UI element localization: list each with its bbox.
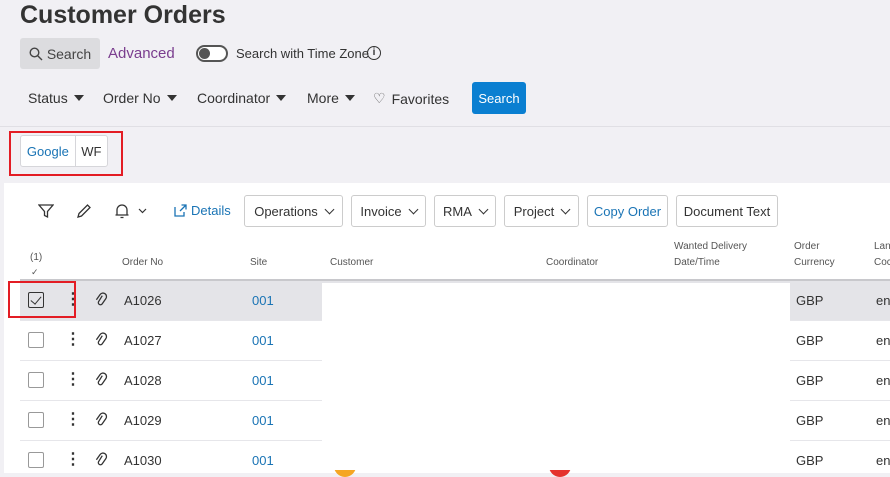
redacted-area <box>322 283 790 470</box>
filter-order-no[interactable]: Order No <box>103 90 177 106</box>
cell-currency: GBP <box>796 293 824 308</box>
cell-site[interactable]: 001 <box>252 293 274 308</box>
cell-site[interactable]: 001 <box>252 333 274 348</box>
header-wanted-delivery-line1: Wanted Delivery <box>674 241 747 252</box>
search-icon <box>29 46 43 60</box>
cell-language: en <box>876 373 890 388</box>
attachment-icon[interactable] <box>94 292 108 312</box>
favorites-label: Favorites <box>391 90 450 107</box>
rma-button[interactable]: RMA <box>434 195 496 227</box>
cell-currency: GBP <box>796 413 824 428</box>
header-wanted-delivery[interactable]: Wanted Delivery Date/Time <box>674 239 747 271</box>
select-all-check-icon[interactable]: ✓ <box>31 264 39 280</box>
operations-button[interactable]: Operations <box>244 195 343 227</box>
cell-order-no[interactable]: A1027 <box>124 333 162 348</box>
header-order-currency-line2: Currency <box>794 257 835 268</box>
favorites-button[interactable]: ♡ Favorites <box>373 90 449 107</box>
document-text-button[interactable]: Document Text <box>676 195 778 227</box>
info-icon[interactable]: i <box>367 46 381 60</box>
row-checkbox[interactable] <box>28 332 44 348</box>
filter-coordinator[interactable]: Coordinator <box>197 90 287 106</box>
header-site[interactable]: Site <box>250 255 267 271</box>
row-menu-icon[interactable]: ⋮ <box>65 372 81 388</box>
heart-icon: ♡ <box>373 90 386 106</box>
timezone-label: Search with Time Zone <box>236 46 369 61</box>
filter-order-no-label: Order No <box>103 90 161 106</box>
details-link[interactable]: Details <box>174 203 231 218</box>
row-menu-icon[interactable]: ⋮ <box>65 412 81 428</box>
page-title: Customer Orders <box>20 1 226 29</box>
caret-down-icon <box>73 95 84 101</box>
notification-bell-icon[interactable] <box>114 203 148 224</box>
filter-more[interactable]: More <box>307 90 355 106</box>
chevron-down-icon <box>478 204 489 214</box>
header-language-line2: Coc <box>874 257 890 268</box>
header-order-currency[interactable]: Order Currency <box>794 239 835 271</box>
divider <box>0 126 890 127</box>
header-order-currency-line1: Order <box>794 241 820 252</box>
caret-down-icon <box>276 95 287 101</box>
caret-down-icon <box>166 95 177 101</box>
invoice-label: Invoice <box>360 203 402 219</box>
header-language-line1: Lan <box>874 241 890 252</box>
attachment-icon[interactable] <box>94 452 108 472</box>
rma-label: RMA <box>443 203 472 219</box>
filter-status[interactable]: Status <box>28 90 84 106</box>
copy-order-button[interactable]: Copy Order <box>587 195 668 227</box>
external-link-icon <box>174 204 187 217</box>
row-checkbox[interactable] <box>28 372 44 388</box>
header-coordinator[interactable]: Coordinator <box>546 255 598 271</box>
row-checkbox[interactable] <box>28 412 44 428</box>
search-tab-label: Search <box>46 45 92 62</box>
header-customer[interactable]: Customer <box>330 255 373 271</box>
header-order-no[interactable]: Order No <box>122 255 163 271</box>
cell-order-no[interactable]: A1029 <box>124 413 162 428</box>
details-label: Details <box>191 203 231 218</box>
cell-currency: GBP <box>796 333 824 348</box>
attachment-icon[interactable] <box>94 412 108 432</box>
cell-language: en <box>876 293 890 308</box>
filter-icon[interactable] <box>37 203 55 224</box>
filter-more-label: More <box>307 90 339 106</box>
attachment-icon[interactable] <box>94 332 108 352</box>
header-wanted-delivery-line2: Date/Time <box>674 257 720 268</box>
cell-language: en <box>876 333 890 348</box>
cell-language: en <box>876 413 890 428</box>
cell-currency: GBP <box>796 373 824 388</box>
highlight-box <box>9 131 123 176</box>
advanced-tab[interactable]: Advanced <box>108 45 175 62</box>
filter-status-label: Status <box>28 90 68 106</box>
cell-language: en <box>876 453 890 468</box>
cell-order-no[interactable]: A1026 <box>124 293 162 308</box>
timezone-toggle[interactable] <box>196 45 228 62</box>
cell-site[interactable]: 001 <box>252 413 274 428</box>
project-button[interactable]: Project <box>504 195 579 227</box>
cell-order-no[interactable]: A1028 <box>124 373 162 388</box>
filter-coordinator-label: Coordinator <box>197 90 271 106</box>
cell-site[interactable]: 001 <box>252 373 274 388</box>
cell-order-no[interactable]: A1030 <box>124 453 162 468</box>
chevron-down-icon <box>324 204 335 214</box>
project-label: Project <box>513 203 555 219</box>
operations-label: Operations <box>254 203 318 219</box>
header-language[interactable]: Lan Coc <box>874 239 890 271</box>
caret-down-icon <box>344 95 355 101</box>
chevron-down-icon <box>408 204 419 214</box>
cell-site[interactable]: 001 <box>252 453 274 468</box>
edit-icon[interactable] <box>76 203 92 224</box>
invoice-button[interactable]: Invoice <box>351 195 426 227</box>
cell-currency: GBP <box>796 453 824 468</box>
search-tab[interactable]: Search <box>20 38 100 69</box>
row-checkbox[interactable] <box>28 452 44 468</box>
search-button[interactable]: Search <box>472 82 526 114</box>
row-menu-icon[interactable]: ⋮ <box>65 332 81 348</box>
row-menu-icon[interactable]: ⋮ <box>65 452 81 468</box>
highlight-box <box>8 281 76 318</box>
attachment-icon[interactable] <box>94 372 108 392</box>
chevron-down-icon <box>560 204 571 214</box>
